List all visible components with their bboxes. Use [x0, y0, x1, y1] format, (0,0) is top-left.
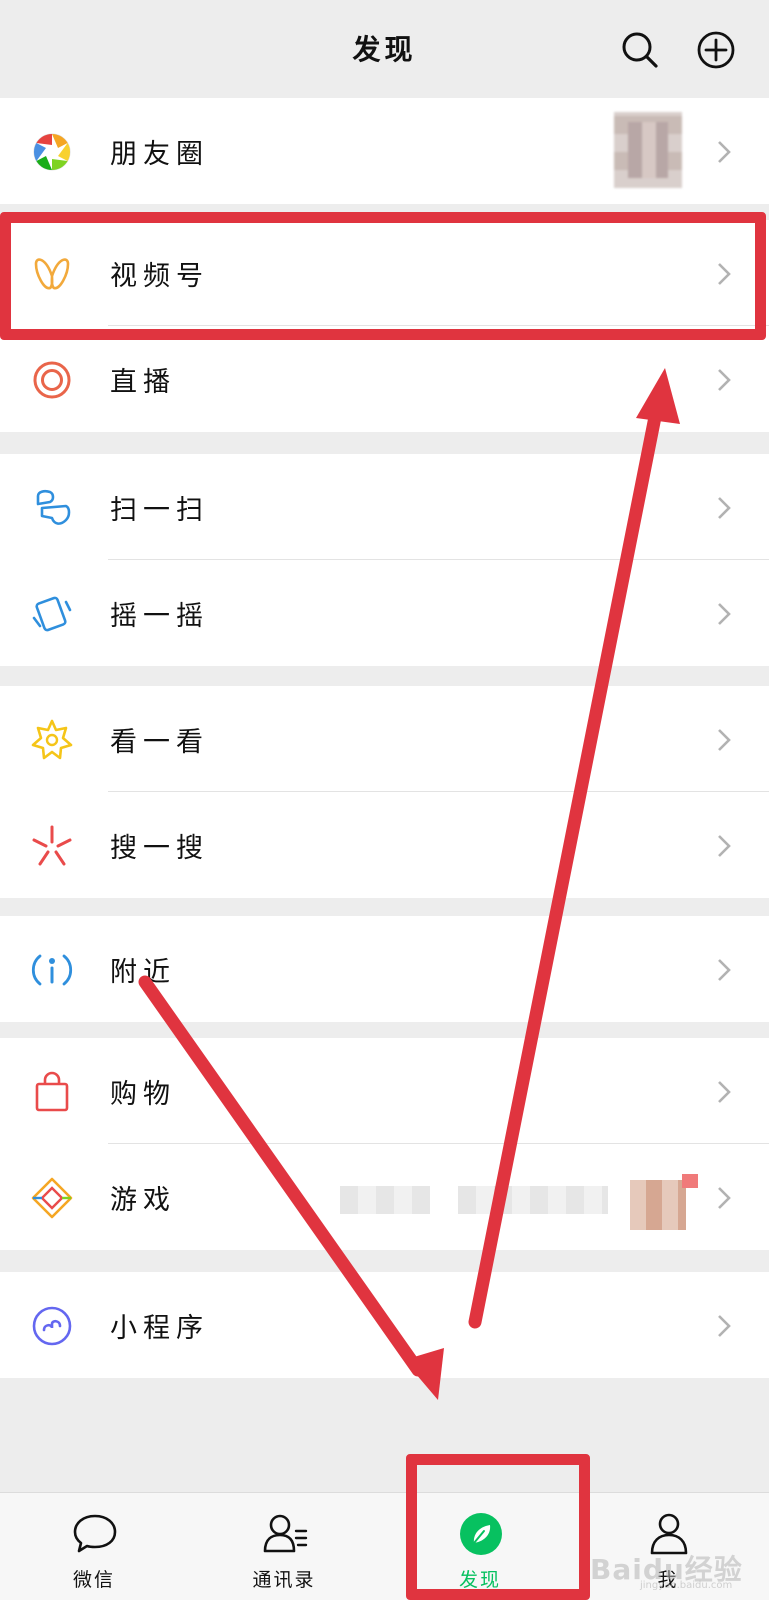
chevron-right-icon — [718, 959, 731, 981]
menu-item-label: 摇一摇 — [110, 601, 209, 632]
menu-item-nearby[interactable]: 附近 — [0, 916, 769, 1022]
nearby-icon — [31, 954, 73, 986]
games-blurred-text — [458, 1186, 608, 1214]
chevron-right-icon — [718, 835, 731, 857]
menu-item-scan[interactable]: 扫一扫 — [0, 454, 769, 560]
menu-item-live[interactable]: 直播 — [0, 326, 769, 432]
menu-item-moments[interactable]: 朋友圈 — [0, 98, 769, 204]
menu-item-games[interactable]: 游戏 — [0, 1144, 769, 1250]
top-bar: 发现 — [0, 0, 769, 96]
search-sparkle-icon — [32, 825, 72, 866]
search-icon[interactable] — [620, 30, 660, 70]
scan-icon — [36, 489, 71, 525]
moments-thumbnail — [614, 112, 682, 188]
group-moments: 朋友圈 — [0, 98, 769, 204]
group-scan-shake: 扫一扫 摇一摇 — [0, 454, 769, 666]
chevron-right-icon — [718, 603, 731, 625]
shopping-bag-icon — [35, 1071, 69, 1112]
games-thumbnail — [630, 1180, 686, 1230]
menu-item-label: 直播 — [110, 367, 176, 398]
chat-bubble-icon — [73, 1514, 117, 1553]
highlight-box-channels — [0, 212, 766, 340]
group-mini-programs: 小程序 — [0, 1272, 769, 1378]
menu-item-label: 附近 — [110, 957, 176, 988]
menu-item-label: 扫一扫 — [110, 495, 209, 526]
chevron-right-icon — [718, 729, 731, 751]
contacts-icon — [263, 1514, 308, 1553]
live-ring-icon — [33, 361, 71, 399]
chevron-right-icon — [718, 1315, 731, 1337]
menu-item-shopping[interactable]: 购物 — [0, 1038, 769, 1144]
menu-item-label: 购物 — [110, 1079, 176, 1110]
highlight-box-discover-tab — [406, 1454, 590, 1600]
games-blurred-text — [340, 1186, 430, 1214]
top-stories-icon — [31, 719, 73, 760]
group-shop-games: 购物 游戏 — [0, 1038, 769, 1250]
menu-item-label: 朋友圈 — [110, 139, 209, 170]
plus-circle-icon[interactable] — [696, 30, 736, 70]
chevron-right-icon — [718, 141, 731, 163]
tab-contacts[interactable]: 通讯录 — [214, 1493, 354, 1600]
tab-chats[interactable]: 微信 — [24, 1493, 164, 1600]
moments-aperture-icon — [33, 133, 71, 171]
tab-label: 通讯录 — [252, 1569, 316, 1591]
group-stories-search: 看一看 搜一搜 — [0, 686, 769, 898]
chevron-right-icon — [718, 369, 731, 391]
tab-label: 微信 — [72, 1569, 115, 1591]
chevron-right-icon — [718, 497, 731, 519]
menu-item-search[interactable]: 搜一搜 — [0, 792, 769, 898]
menu-item-label: 看一看 — [110, 727, 209, 758]
red-dot-badge — [682, 1174, 698, 1188]
menu-item-label: 小程序 — [110, 1313, 209, 1344]
menu-item-shake[interactable]: 摇一摇 — [0, 560, 769, 666]
menu-item-label: 游戏 — [110, 1185, 176, 1216]
baidu-watermark-url: jingyan.baidu.com — [640, 1580, 733, 1591]
chevron-right-icon — [718, 1081, 731, 1103]
menu-item-mini-programs[interactable]: 小程序 — [0, 1272, 769, 1378]
menu-item-top-stories[interactable]: 看一看 — [0, 686, 769, 792]
mini-programs-icon — [32, 1306, 72, 1346]
games-diamond-icon — [31, 1177, 73, 1219]
group-nearby: 附近 — [0, 916, 769, 1022]
chevron-right-icon — [718, 1187, 731, 1209]
shake-icon — [32, 596, 72, 632]
menu-item-label: 搜一搜 — [110, 833, 209, 864]
